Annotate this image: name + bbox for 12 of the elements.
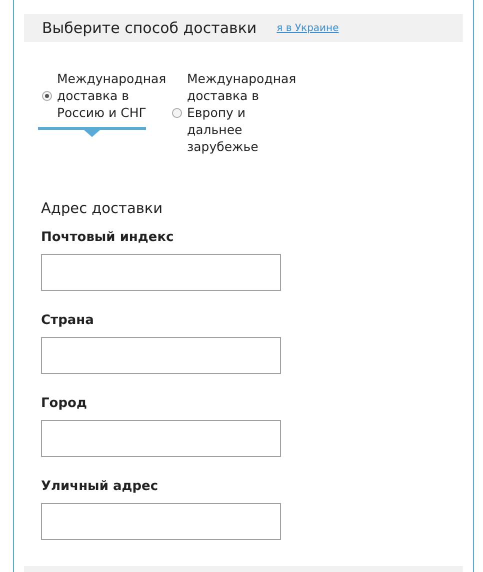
input-field[interactable] — [41, 336, 281, 374]
address-title: Адрес доставки — [41, 200, 164, 219]
field-label: Город — [41, 396, 88, 412]
field-label: Страна — [41, 312, 95, 329]
input-field[interactable] — [41, 420, 281, 457]
input-field[interactable] — [41, 254, 281, 291]
field-label: Уличный адрес — [41, 478, 160, 495]
section-title: Выберите способ доставки — [42, 18, 257, 39]
radio-button[interactable] — [42, 90, 52, 100]
radio-button[interactable] — [172, 108, 182, 118]
input-field[interactable] — [41, 502, 281, 540]
field-label: Почтовый индекс — [41, 230, 175, 246]
